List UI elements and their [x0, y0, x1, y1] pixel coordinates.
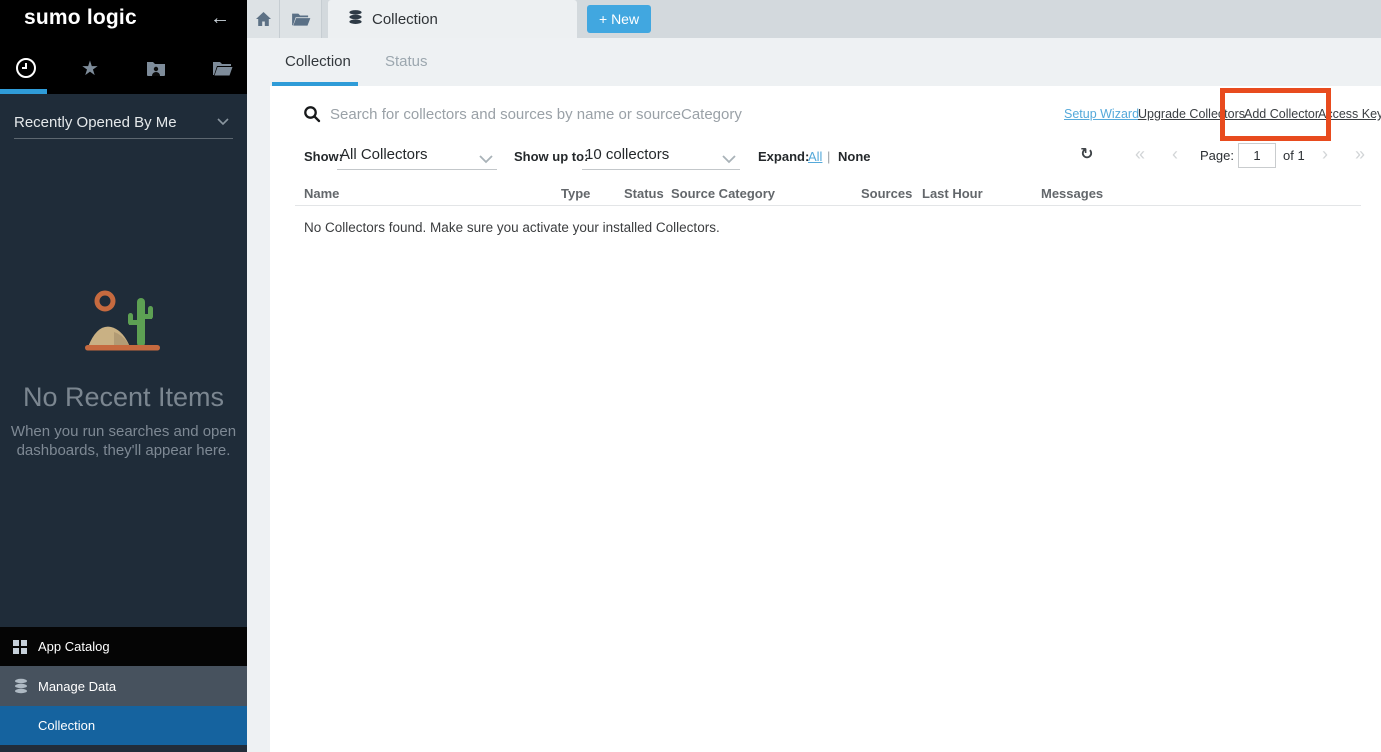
- sidebar: sumo logic ← ★ Recently Opened By Me: [0, 0, 247, 752]
- pager-last-icon[interactable]: »: [1355, 144, 1365, 165]
- show-up-to-underline: [582, 169, 740, 170]
- column-header-status[interactable]: Status: [624, 186, 664, 201]
- home-tab-button[interactable]: [247, 0, 280, 38]
- search-input[interactable]: [330, 101, 890, 127]
- sumo-logic-app: sumo logic ← ★ Recently Opened By Me: [0, 0, 1381, 752]
- expand-all-link[interactable]: All: [808, 149, 822, 164]
- column-header-source-category[interactable]: Source Category: [671, 186, 775, 201]
- subtab-collection[interactable]: Collection: [285, 53, 351, 70]
- chevron-down-icon[interactable]: [722, 151, 736, 169]
- sumo-logic-logo: sumo logic: [24, 6, 137, 30]
- home-icon: [255, 11, 272, 27]
- refresh-icon[interactable]: ↻: [1080, 144, 1093, 164]
- pager-next-icon[interactable]: ›: [1322, 144, 1328, 165]
- no-recent-items-description: When you run searches and open dashboard…: [0, 422, 247, 460]
- show-filter-label: Show:: [304, 149, 343, 164]
- manage-data-label: Manage Data: [38, 679, 116, 694]
- collectors-table-header: Name Type Status Source Category Sources…: [295, 184, 1361, 206]
- empty-table-message: No Collectors found. Make sure you activ…: [304, 220, 720, 235]
- expand-label: Expand:: [758, 149, 809, 164]
- description-line-1: When you run searches and open: [0, 422, 247, 441]
- description-line-2: dashboards, they'll appear here.: [0, 441, 247, 460]
- column-header-last-hour[interactable]: Last Hour: [922, 186, 983, 201]
- tab-collection-label: Collection: [372, 11, 438, 28]
- column-header-type[interactable]: Type: [561, 186, 590, 201]
- active-section-indicator: [0, 89, 47, 94]
- page-of-label: of 1: [1283, 148, 1305, 163]
- favorites-star-icon[interactable]: ★: [77, 55, 103, 81]
- sidebar-item-app-catalog[interactable]: App Catalog: [0, 627, 247, 666]
- column-header-messages[interactable]: Messages: [1041, 186, 1103, 201]
- show-filter-select[interactable]: All Collectors: [340, 146, 428, 163]
- active-subtab-indicator: [272, 82, 358, 86]
- chevron-down-icon[interactable]: [479, 151, 493, 169]
- chevron-down-icon: [217, 113, 229, 131]
- show-select-underline: [337, 169, 497, 170]
- page-number-input[interactable]: [1238, 143, 1276, 168]
- recently-opened-dropdown[interactable]: Recently Opened By Me: [14, 106, 233, 139]
- collapse-sidebar-icon[interactable]: ←: [210, 7, 230, 30]
- page-label: Page:: [1200, 148, 1234, 163]
- show-up-to-label: Show up to:: [514, 149, 588, 164]
- recently-opened-label: Recently Opened By Me: [14, 114, 177, 131]
- add-collector-link[interactable]: Add Collector: [1244, 107, 1319, 121]
- expand-none-link[interactable]: None: [838, 149, 871, 164]
- setup-wizard-link[interactable]: Setup Wizard: [1064, 107, 1139, 121]
- recent-clock-icon[interactable]: [13, 55, 39, 81]
- library-folder-icon[interactable]: [210, 55, 236, 81]
- search-icon: [303, 105, 321, 128]
- new-button[interactable]: + New: [587, 5, 651, 33]
- collection-label: Collection: [38, 718, 95, 733]
- sidebar-item-collection[interactable]: Collection: [0, 706, 247, 745]
- browse-tab-button[interactable]: [280, 0, 322, 38]
- column-header-sources[interactable]: Sources: [861, 186, 912, 201]
- subtab-status[interactable]: Status: [385, 53, 428, 70]
- tab-collection[interactable]: Collection: [328, 0, 577, 38]
- upgrade-collectors-link[interactable]: Upgrade Collectors: [1138, 107, 1245, 121]
- app-catalog-grid-icon: [13, 640, 31, 654]
- shared-content-icon[interactable]: [143, 55, 169, 81]
- expand-separator: |: [827, 149, 830, 164]
- app-catalog-label: App Catalog: [38, 639, 110, 654]
- database-icon: [348, 9, 363, 30]
- sidebar-footer-strip: [0, 745, 247, 752]
- show-up-to-select[interactable]: 10 collectors: [585, 146, 669, 163]
- database-icon: [13, 678, 31, 694]
- pager-first-icon[interactable]: «: [1135, 144, 1145, 165]
- sidebar-item-manage-data[interactable]: Manage Data: [0, 666, 247, 706]
- column-header-name[interactable]: Name: [304, 186, 339, 201]
- open-folder-icon: [291, 11, 311, 27]
- sun-icon: [97, 293, 113, 309]
- no-recent-items-title: No Recent Items: [0, 382, 247, 413]
- desert-empty-state-illustration: [84, 288, 164, 363]
- access-keys-link[interactable]: Access Keys: [1318, 107, 1381, 121]
- pager-prev-icon[interactable]: ‹: [1172, 144, 1178, 165]
